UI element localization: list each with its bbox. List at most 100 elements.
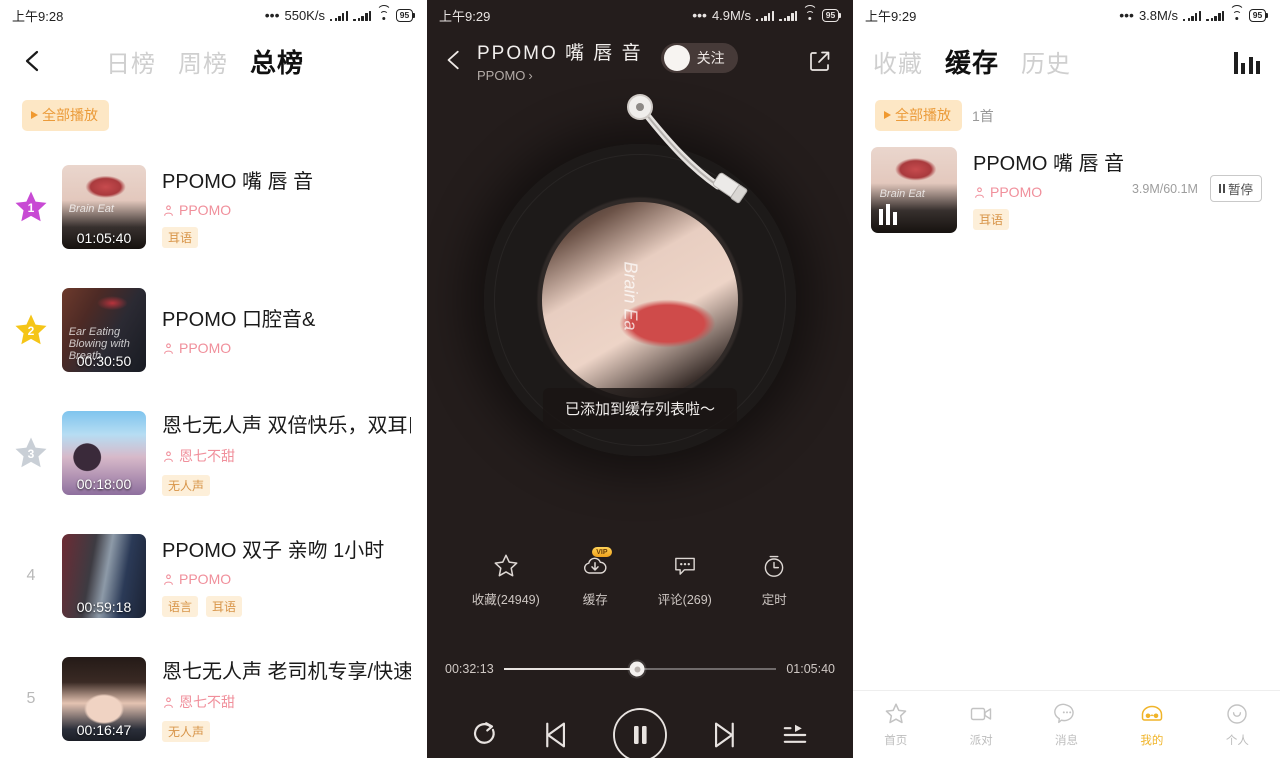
tab-favorites[interactable]: 收藏 <box>873 44 923 79</box>
tab-cache[interactable]: 缓存 <box>945 43 999 80</box>
track-info: 恩七无人声 老司机专享/快速 恩七不甜 无人声 <box>162 655 411 742</box>
battery-level: 95 <box>825 9 836 20</box>
track-artist: PPOMO <box>162 340 411 356</box>
tag: 语言 <box>162 596 199 617</box>
share-external-icon[interactable] <box>803 44 837 78</box>
play-triangle-icon <box>31 111 38 119</box>
battery-icon: 95 <box>1249 8 1268 22</box>
play-all-button[interactable]: 全部播放 <box>875 100 962 131</box>
wifi-icon <box>376 4 392 21</box>
previous-button[interactable] <box>539 718 573 752</box>
table-row[interactable]: 4 00:59:18 PPOMO 双子 亲吻 1小时 PPOMO 语言 耳语 <box>0 514 427 637</box>
track-thumbnail: Ear Eating Blowing with Breath 00:30:50 <box>62 287 146 372</box>
panel3-header: 收藏 缓存 历史 <box>853 30 1280 92</box>
track-title: PPOMO 口腔音& <box>162 309 316 331</box>
download-size: 3.9M/60.1M <box>1131 181 1198 196</box>
nav-label: 消息 <box>1055 735 1079 747</box>
play-pause-button[interactable] <box>611 706 669 758</box>
status-time: 上午9:29 <box>865 8 917 24</box>
track-info: PPOMO 嘴 唇 音 PPOMO 耳语 <box>162 165 411 248</box>
repeat-button[interactable] <box>468 718 502 752</box>
track-duration: 00:59:18 <box>76 598 132 615</box>
tab-daily-ranking[interactable]: 日榜 <box>106 44 156 79</box>
table-row[interactable]: 5 00:16:47 恩七无人声 老司机专享/快速 恩七不甜 无人声 <box>0 637 427 758</box>
nav-item-messages[interactable]: 消息 <box>1024 701 1109 748</box>
track-info: PPOMO 双子 亲吻 1小时 PPOMO 语言 耳语 <box>162 534 411 617</box>
cache-action[interactable]: VIP 缓存 <box>558 547 632 608</box>
nav-item-profile[interactable]: 个人 <box>1195 701 1280 748</box>
track-thumbnail: 00:16:47 <box>62 656 146 741</box>
person-icon <box>975 186 984 198</box>
play-all-label: 全部播放 <box>42 107 98 123</box>
person-icon <box>164 573 173 585</box>
pause-download-button[interactable]: 暂停 <box>1209 175 1262 202</box>
tab-total-ranking[interactable]: 总榜 <box>250 43 304 80</box>
seek-progress <box>503 668 638 670</box>
back-arrow-icon[interactable] <box>14 41 54 81</box>
player-controls <box>427 706 853 758</box>
play-triangle-icon <box>884 111 891 119</box>
track-artist-label: 恩七不甜 <box>179 448 235 464</box>
seek-handle[interactable] <box>629 661 645 677</box>
repeat-loop-icon <box>473 722 495 744</box>
ranking-tabs: 日榜 周榜 总榜 <box>106 43 304 80</box>
comment-label: 评论(269) <box>657 593 712 607</box>
ranking-track-list: 1 Brain Eat 01:05:40 PPOMO 嘴 唇 音 PPOMO 耳… <box>0 145 427 758</box>
star-rank-icon: 2 <box>12 311 50 349</box>
ellipsis-icon: ••• <box>692 7 707 23</box>
signal-bars-icon-2 <box>779 10 798 21</box>
back-arrow-icon[interactable] <box>437 42 473 78</box>
headset-vr-icon <box>1141 705 1163 721</box>
table-row[interactable]: 2 Ear Eating Blowing with Breath 00:30:5… <box>0 268 427 391</box>
status-time: 上午9:28 <box>12 8 64 24</box>
nav-item-mine[interactable]: 我的 <box>1109 701 1194 748</box>
table-row[interactable]: 1 Brain Eat 01:05:40 PPOMO 嘴 唇 音 PPOMO 耳… <box>0 145 427 268</box>
play-all-button[interactable]: 全部播放 <box>22 100 109 131</box>
next-button[interactable] <box>707 718 741 752</box>
status-bar-panel2: 上午9:29 ••• 4.9M/s 95 <box>427 0 853 30</box>
signal-bars-icon-2 <box>1206 10 1225 21</box>
total-time: 01:05:40 <box>786 662 835 676</box>
avatar <box>663 45 690 71</box>
chat-bubble-icon <box>1053 703 1074 724</box>
toast-message: 已添加到缓存列表啦～ <box>542 388 738 429</box>
pause-icon <box>613 708 667 758</box>
equalizer-bars-icon[interactable] <box>1233 48 1260 74</box>
list-item[interactable]: Brain Eat PPOMO 嘴 唇 音 PPOMO 耳语 3.9M/60.1… <box>853 131 1280 233</box>
player-header: PPOMO 嘴 唇 音 PPOMO › 关注 <box>427 30 853 92</box>
person-icon <box>164 342 173 354</box>
seek-slider[interactable] <box>503 661 777 677</box>
three-panel-screenshot: 上午9:28 ••• 550K/s 95 日榜 周榜 总榜 全部播放 1 Bra… <box>0 0 1280 758</box>
table-row[interactable]: 3 00:18:00 恩七无人声 双倍快乐，双耳口 恩七不甜 无人声 <box>0 391 427 514</box>
track-info: PPOMO 嘴 唇 音 PPOMO 耳语 <box>973 147 1132 230</box>
person-icon <box>164 204 173 216</box>
ellipsis-icon: ••• <box>264 7 280 23</box>
playlist-button[interactable] <box>778 718 812 752</box>
person-icon <box>164 696 173 708</box>
track-artist: PPOMO <box>973 184 1132 200</box>
panel1-header: 日榜 周榜 总榜 <box>0 30 427 92</box>
comment-action[interactable]: 评论(269) <box>648 552 722 608</box>
tonearm-icon <box>642 110 748 204</box>
player-artist-label: PPOMO <box>477 68 526 83</box>
chevron-right-icon: › <box>528 68 533 83</box>
timer-action[interactable]: 定时 <box>737 552 811 608</box>
ellipsis-icon: ••• <box>1119 7 1134 23</box>
track-duration: 01:05:40 <box>76 229 132 246</box>
track-artist-label: PPOMO <box>179 340 232 356</box>
track-thumbnail: 00:18:00 <box>62 410 146 495</box>
favorite-action[interactable]: 收藏(24949) <box>469 552 543 608</box>
player-artist-link[interactable]: PPOMO › <box>477 68 643 83</box>
status-time: 上午9:29 <box>439 8 491 24</box>
nav-item-home[interactable]: 首页 <box>853 701 938 748</box>
rank-badge: 4 <box>0 567 62 585</box>
nav-item-party[interactable]: 派对 <box>938 701 1023 748</box>
tab-weekly-ranking[interactable]: 周榜 <box>178 44 228 79</box>
tab-history[interactable]: 历史 <box>1021 44 1071 79</box>
rank-badge: 3 <box>0 434 62 472</box>
follow-button[interactable]: 关注 <box>660 43 738 73</box>
panel1-playall-row: 全部播放 <box>0 100 427 131</box>
star-rank-icon: 1 <box>12 188 50 226</box>
track-info: PPOMO 口腔音& PPOMO <box>162 303 411 356</box>
track-title: PPOMO 嘴 唇 音 <box>162 171 314 193</box>
